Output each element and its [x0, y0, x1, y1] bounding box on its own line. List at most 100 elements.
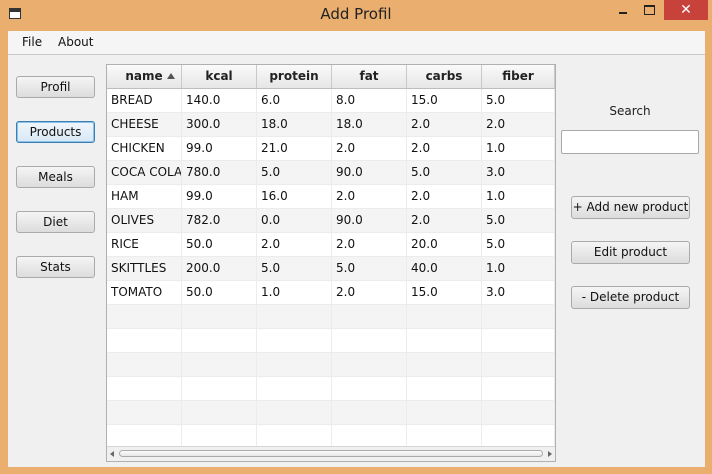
table-cell	[182, 425, 257, 448]
empty-table-row[interactable]	[107, 329, 555, 353]
table-cell	[482, 401, 555, 424]
menu-bar: File About	[8, 31, 705, 55]
column-header-kcal[interactable]: kcal	[182, 65, 257, 88]
empty-table-row[interactable]	[107, 353, 555, 377]
scroll-right-icon[interactable]	[548, 451, 552, 457]
empty-table-row[interactable]	[107, 305, 555, 329]
table-cell: 5.0	[257, 161, 332, 184]
table-cell: 18.0	[332, 113, 407, 136]
table-cell: BREAD	[107, 89, 182, 112]
table-cell: 99.0	[182, 185, 257, 208]
table-cell: 5.0	[257, 257, 332, 280]
table-cell	[257, 305, 332, 328]
table-cell: 99.0	[182, 137, 257, 160]
table-header: name kcal protein fat carbs fiber	[107, 65, 555, 89]
table-cell: RICE	[107, 233, 182, 256]
sort-ascending-icon	[167, 73, 175, 79]
table-cell	[182, 353, 257, 376]
table-cell	[257, 353, 332, 376]
title-bar[interactable]: Add Profil ✕	[0, 0, 712, 30]
table-cell: TOMATO	[107, 281, 182, 304]
add-product-button[interactable]: + Add new product	[571, 196, 690, 219]
empty-table-row[interactable]	[107, 401, 555, 425]
table-cell	[257, 329, 332, 352]
scroll-left-icon[interactable]	[110, 451, 114, 457]
maximize-button[interactable]	[636, 0, 662, 20]
diet-button[interactable]: Diet	[16, 211, 95, 233]
table-cell	[107, 377, 182, 400]
table-cell	[257, 425, 332, 448]
products-button[interactable]: Products	[16, 121, 95, 143]
search-input[interactable]	[561, 130, 699, 154]
table-row[interactable]: SKITTLES 200.0 5.0 5.0 40.0 1.0	[107, 257, 555, 281]
table-row[interactable]: CHEESE 300.0 18.0 18.0 2.0 2.0	[107, 113, 555, 137]
table-cell: CHEESE	[107, 113, 182, 136]
column-header-fiber[interactable]: fiber	[482, 65, 555, 88]
table-cell: 90.0	[332, 209, 407, 232]
table-cell: 15.0	[407, 281, 482, 304]
table-cell: 1.0	[482, 257, 555, 280]
table-cell: 2.0	[407, 113, 482, 136]
edit-product-button[interactable]: Edit product	[571, 241, 690, 264]
table-cell: 50.0	[182, 281, 257, 304]
table-row[interactable]: RICE 50.0 2.0 2.0 20.0 5.0	[107, 233, 555, 257]
column-header-protein[interactable]: protein	[257, 65, 332, 88]
window-title: Add Profil	[320, 5, 392, 23]
table-cell: CHICKEN	[107, 137, 182, 160]
table-row[interactable]: COCA COLA 780.0 5.0 90.0 5.0 3.0	[107, 161, 555, 185]
table-cell	[182, 401, 257, 424]
minimize-button[interactable]	[610, 0, 636, 20]
column-header-fat[interactable]: fat	[332, 65, 407, 88]
table-cell: 2.0	[257, 233, 332, 256]
table-cell	[482, 425, 555, 448]
horizontal-scrollbar[interactable]	[107, 446, 555, 461]
table-cell	[407, 329, 482, 352]
table-row[interactable]: HAM 99.0 16.0 2.0 2.0 1.0	[107, 185, 555, 209]
scrollbar-thumb[interactable]	[119, 450, 543, 457]
table-cell: 2.0	[482, 113, 555, 136]
table-cell	[182, 329, 257, 352]
close-button[interactable]: ✕	[664, 0, 708, 20]
table-row[interactable]: BREAD 140.0 6.0 8.0 15.0 5.0	[107, 89, 555, 113]
table-cell: 2.0	[407, 137, 482, 160]
profil-button[interactable]: Profil	[16, 76, 95, 98]
table-row[interactable]: CHICKEN 99.0 21.0 2.0 2.0 1.0	[107, 137, 555, 161]
table-cell	[107, 401, 182, 424]
menu-file[interactable]: File	[22, 35, 42, 49]
table-cell: 1.0	[482, 137, 555, 160]
table-cell: 21.0	[257, 137, 332, 160]
table-cell: 2.0	[407, 209, 482, 232]
table-cell: 5.0	[482, 209, 555, 232]
column-header-name[interactable]: name	[107, 65, 182, 88]
menu-about[interactable]: About	[58, 35, 93, 49]
table-body: BREAD 140.0 6.0 8.0 15.0 5.0 CHEESE 300.0 18.0 18…	[107, 89, 555, 449]
table-cell	[182, 377, 257, 400]
table-cell: 0.0	[257, 209, 332, 232]
empty-table-row[interactable]	[107, 377, 555, 401]
table-cell: 40.0	[407, 257, 482, 280]
table-cell: 5.0	[407, 161, 482, 184]
delete-product-button[interactable]: - Delete product	[571, 286, 690, 309]
table-row[interactable]: TOMATO 50.0 1.0 2.0 15.0 3.0	[107, 281, 555, 305]
table-cell: 200.0	[182, 257, 257, 280]
table-cell: 18.0	[257, 113, 332, 136]
close-icon: ✕	[680, 2, 692, 18]
meals-button[interactable]: Meals	[16, 166, 95, 188]
table-cell	[482, 305, 555, 328]
table-cell	[332, 353, 407, 376]
table-row[interactable]: OLIVES 782.0 0.0 90.0 2.0 5.0	[107, 209, 555, 233]
table-cell	[332, 329, 407, 352]
table-cell	[107, 305, 182, 328]
stats-button[interactable]: Stats	[16, 256, 95, 278]
products-table[interactable]: name kcal protein fat carbs fiber BREAD 1…	[106, 64, 556, 462]
column-header-carbs[interactable]: carbs	[407, 65, 482, 88]
table-cell	[257, 401, 332, 424]
table-cell: 3.0	[482, 161, 555, 184]
table-cell	[107, 353, 182, 376]
table-cell	[407, 305, 482, 328]
table-cell: HAM	[107, 185, 182, 208]
table-cell: 90.0	[332, 161, 407, 184]
table-cell	[182, 305, 257, 328]
window-content: File About Profil Products Meals Diet St…	[8, 31, 705, 467]
table-cell: 2.0	[332, 281, 407, 304]
